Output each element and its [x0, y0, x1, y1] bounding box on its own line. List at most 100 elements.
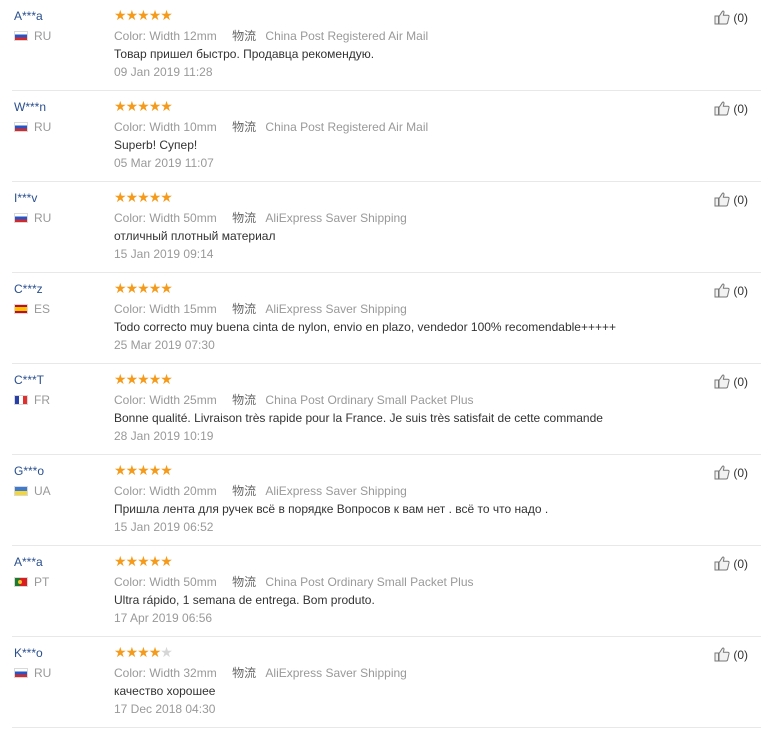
review-text: Пришла лента для ручек всё в порядке Воп… [114, 502, 549, 516]
country-code: PT [34, 575, 50, 589]
star-filled-icon: ★ [125, 462, 139, 478]
review-item: A***a RU ★★★★★ Color: Width 12mm 物流 Chin… [12, 0, 761, 91]
color-value: Width 50mm [149, 575, 217, 589]
star-filled-icon: ★ [125, 7, 139, 23]
reviewer-country: RU [14, 120, 51, 134]
helpful-count: (0) [733, 101, 748, 116]
star-filled-icon: ★ [137, 7, 150, 23]
logistics-label: 物流 [232, 302, 257, 316]
star-filled-icon: ★ [114, 98, 127, 114]
review-date: 09 Jan 2019 11:28 [114, 65, 213, 79]
logistics-label: 物流 [232, 484, 257, 498]
country-flag-icon [14, 122, 28, 132]
star-filled-icon: ★ [125, 280, 139, 296]
star-filled-icon: ★ [137, 98, 150, 114]
star-filled-icon: ★ [137, 553, 150, 569]
thumbs-up-icon [714, 556, 730, 571]
star-rating: ★★★★★ [114, 371, 173, 387]
reviewer-name: A***a [14, 555, 43, 569]
helpful-count: (0) [733, 647, 748, 662]
reviewer-name: C***z [14, 282, 43, 296]
star-filled-icon: ★ [148, 462, 162, 478]
star-filled-icon: ★ [148, 189, 162, 205]
helpful-button[interactable]: (0) [714, 283, 748, 298]
helpful-button[interactable]: (0) [714, 10, 748, 25]
star-filled-icon: ★ [160, 7, 173, 23]
helpful-count: (0) [733, 374, 748, 389]
star-filled-icon: ★ [114, 280, 127, 296]
country-code: RU [34, 666, 52, 680]
review-text: Товар пришел быстро. Продавца рекомендую… [114, 47, 375, 61]
reviewer-name: C***T [14, 373, 45, 387]
star-filled-icon: ★ [114, 462, 127, 478]
star-filled-icon: ★ [114, 371, 127, 387]
logistics-label: 物流 [232, 29, 257, 43]
shipping-method: AliExpress Saver Shipping [265, 302, 407, 316]
color-value: Width 50mm [149, 211, 217, 225]
star-filled-icon: ★ [160, 189, 173, 205]
country-code: RU [34, 211, 52, 225]
star-filled-icon: ★ [125, 553, 139, 569]
logistics-label: 物流 [232, 575, 257, 589]
country-flag-icon [14, 668, 28, 678]
star-filled-icon: ★ [137, 644, 150, 660]
reviewer-country: RU [14, 211, 51, 225]
helpful-button[interactable]: (0) [714, 465, 748, 480]
review-text: Superb! Супер! [114, 138, 198, 152]
review-text: Bonne qualité. Livraison très rapide pou… [114, 411, 603, 425]
helpful-count: (0) [733, 10, 748, 25]
order-info: Color: Width 50mm 物流 AliExpress Saver Sh… [114, 209, 407, 226]
star-rating: ★★★★★ [114, 644, 173, 660]
order-info: Color: Width 10mm 物流 China Post Register… [114, 118, 428, 135]
review-text: Todo correcto muy buena cinta de nylon, … [114, 320, 617, 334]
star-filled-icon: ★ [125, 371, 139, 387]
review-date: 05 Mar 2019 11:07 [114, 156, 214, 170]
star-filled-icon: ★ [160, 462, 173, 478]
thumbs-up-icon [714, 283, 730, 298]
color-value: Width 20mm [149, 484, 217, 498]
review-item: C***z ES ★★★★★ Color: Width 15mm 物流 AliE… [12, 273, 761, 364]
review-item: W***n RU ★★★★★ Color: Width 10mm 物流 Chin… [12, 91, 761, 182]
star-filled-icon: ★ [148, 280, 162, 296]
review-date: 15 Jan 2019 06:52 [114, 520, 214, 534]
shipping-method: China Post Registered Air Mail [265, 120, 429, 134]
shipping-method: China Post Registered Air Mail [265, 29, 429, 43]
order-info: Color: Width 32mm 物流 AliExpress Saver Sh… [114, 664, 407, 681]
review-text: Ultra rápido, 1 semana de entrega. Bom p… [114, 593, 375, 607]
country-code: FR [34, 393, 50, 407]
thumbs-up-icon [714, 10, 730, 25]
star-filled-icon: ★ [114, 7, 127, 23]
country-code: RU [34, 120, 52, 134]
reviewer-name: G***o [14, 464, 45, 478]
review-text: отличный плотный материал [114, 229, 276, 243]
review-date: 15 Jan 2019 09:14 [114, 247, 214, 261]
helpful-button[interactable]: (0) [714, 192, 748, 207]
star-filled-icon: ★ [148, 98, 162, 114]
order-info: Color: Width 50mm 物流 China Post Ordinary… [114, 573, 474, 590]
review-text: качество хорошее [114, 684, 216, 698]
star-filled-icon: ★ [137, 189, 150, 205]
color-value: Width 32mm [149, 666, 217, 680]
reviewer-country: RU [14, 29, 51, 43]
helpful-button[interactable]: (0) [714, 647, 748, 662]
thumbs-up-icon [714, 101, 730, 116]
thumbs-up-icon [714, 374, 730, 389]
helpful-count: (0) [733, 556, 748, 571]
helpful-count: (0) [733, 283, 748, 298]
color-value: Width 15mm [149, 302, 217, 316]
star-filled-icon: ★ [125, 189, 139, 205]
helpful-button[interactable]: (0) [714, 101, 748, 116]
country-flag-icon [14, 213, 28, 223]
shipping-method: AliExpress Saver Shipping [265, 666, 407, 680]
color-label: Color: [114, 484, 147, 498]
star-filled-icon: ★ [114, 644, 127, 660]
order-info: Color: Width 15mm 物流 AliExpress Saver Sh… [114, 300, 407, 317]
review-item: A***a PT ★★★★★ Color: Width 50mm 物流 Chin… [12, 546, 761, 637]
review-date: 17 Dec 2018 04:30 [114, 702, 216, 716]
review-date: 25 Mar 2019 07:30 [114, 338, 215, 352]
reviewer-country: PT [14, 575, 49, 589]
star-rating: ★★★★★ [114, 7, 173, 23]
review-item: K***o RU ★★★★★ Color: Width 32mm 物流 AliE… [12, 637, 761, 728]
helpful-button[interactable]: (0) [714, 556, 748, 571]
helpful-button[interactable]: (0) [714, 374, 748, 389]
